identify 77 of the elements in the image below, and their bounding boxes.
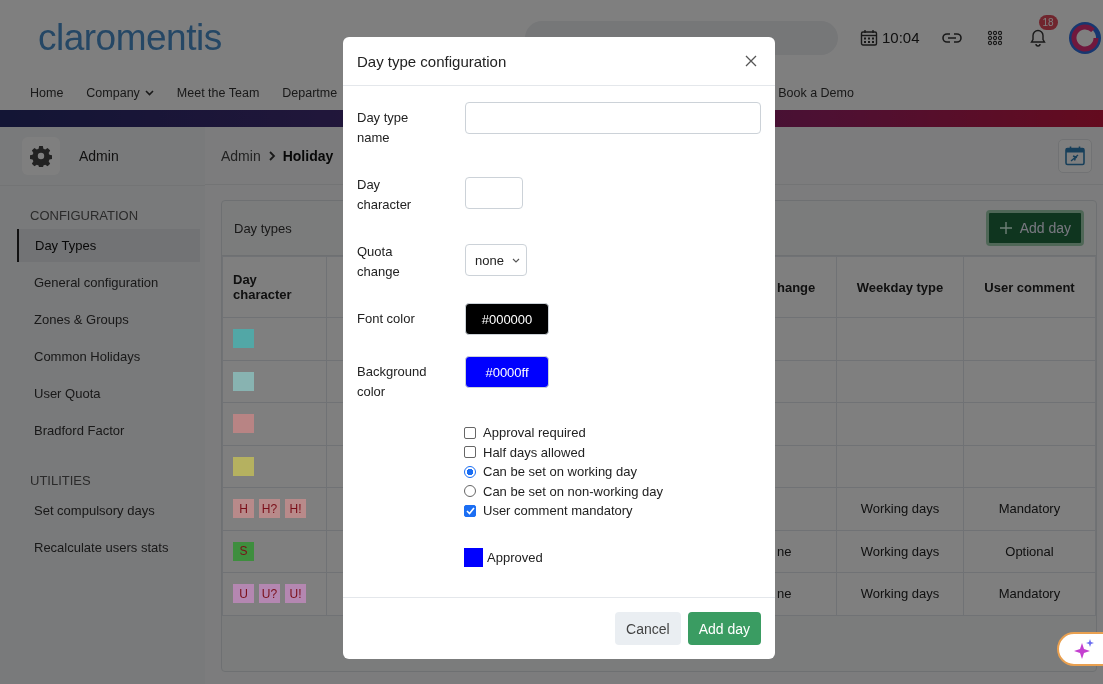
input-field[interactable] — [465, 177, 523, 209]
field-label: Font color — [357, 310, 416, 328]
sidebar-item[interactable]: Common Holidays — [16, 340, 200, 373]
calendar-button[interactable] — [1058, 138, 1092, 173]
calendar-icon — [860, 28, 878, 47]
card-title: Day types — [234, 220, 292, 236]
radio-button[interactable] — [464, 465, 476, 478]
option-label: Approval required — [483, 425, 586, 441]
section-heading: UTILITIES — [29, 472, 92, 490]
table-cell: Working days — [860, 586, 940, 602]
caret-icon — [511, 257, 520, 263]
column-header: hange — [777, 279, 816, 295]
sidebar-item[interactable]: Recalculate users stats — [16, 531, 200, 564]
sidebar-item[interactable]: Set compulsory days — [16, 494, 200, 527]
clock-time: 10:04 — [882, 29, 920, 46]
option-label: Can be set on non-working day — [483, 483, 663, 499]
option-label: Half days allowed — [483, 444, 585, 460]
close-icon[interactable] — [745, 55, 757, 67]
day-character-badge: H! — [285, 499, 306, 519]
table-cell: Mandatory — [998, 501, 1061, 517]
day-character-badge: U — [233, 584, 254, 604]
table-cell: Mandatory — [998, 586, 1061, 602]
day-character-badge: H? — [259, 499, 280, 519]
table-cell: ne — [777, 543, 792, 559]
sidebar-item[interactable]: Day Types — [17, 229, 200, 262]
checkbox[interactable] — [464, 426, 476, 439]
field-label: Day character — [357, 176, 413, 214]
plus-icon — [998, 221, 1013, 235]
link-icon[interactable] — [941, 31, 962, 44]
table-cell: ne — [777, 586, 792, 602]
sidebar-item[interactable]: Bradford Factor — [16, 414, 200, 447]
day-character-badge: H — [233, 499, 254, 519]
breadcrumb-current: Holiday — [282, 147, 334, 164]
table-cell: Optional — [1005, 543, 1054, 559]
dialog-title: Day type configuration — [357, 52, 507, 70]
sidebar-title: Admin — [79, 148, 119, 164]
add-day-button[interactable]: Add day — [985, 210, 1084, 246]
checkbox[interactable] — [464, 504, 476, 517]
checkbox[interactable] — [464, 446, 476, 459]
avatar-icon[interactable] — [1067, 20, 1102, 55]
chevron-icon — [267, 150, 276, 161]
nav-link[interactable]: Home — [30, 85, 64, 100]
color-picker[interactable]: #000000 — [465, 303, 549, 335]
field-label: Background color — [357, 363, 428, 401]
column-header: Weekday type — [856, 279, 944, 295]
input-field[interactable] — [465, 102, 761, 134]
day-character-badge: S — [233, 541, 254, 561]
color-picker[interactable]: #0000ff — [465, 356, 549, 388]
calendar-plane-icon — [1064, 144, 1086, 167]
day-character-badge: U! — [285, 584, 306, 604]
option-label: Can be set on working day — [483, 464, 637, 480]
table-cell: Working days — [860, 501, 940, 517]
sparkle-icon — [1073, 638, 1095, 660]
sidebar-item[interactable]: User Quota — [16, 377, 200, 410]
sidebar-item[interactable]: Zones & Groups — [16, 303, 200, 336]
bell-icon[interactable] — [1029, 28, 1046, 47]
dropdown[interactable]: none — [465, 244, 527, 276]
table-cell: Working days — [860, 543, 940, 559]
field-label: Day type name — [357, 109, 410, 147]
settings-icon — [30, 145, 52, 167]
column-header: Day character — [233, 272, 292, 302]
day-character-badge: U? — [259, 584, 280, 604]
nav-link[interactable]: Departme — [282, 85, 338, 100]
breadcrumb-link[interactable]: Admin — [221, 147, 261, 164]
nav-link[interactable]: Company — [86, 85, 154, 100]
apps-grid-icon[interactable] — [986, 29, 1003, 46]
option-label: User comment mandatory — [483, 503, 633, 519]
preview-label: Approved — [487, 549, 543, 565]
nav-link[interactable]: Book a Demo — [778, 85, 854, 100]
add-day-button[interactable]: Add day — [687, 612, 761, 645]
section-heading: CONFIGURATION — [29, 207, 140, 225]
sidebar-item[interactable]: General configuration — [16, 266, 200, 299]
notification-badge: 18 — [1038, 14, 1058, 30]
nav-link[interactable]: Meet the Team — [176, 85, 260, 100]
field-label: Quota change — [357, 243, 401, 281]
cancel-button[interactable]: Cancel — [615, 612, 681, 645]
column-header: User comment — [984, 279, 1075, 295]
